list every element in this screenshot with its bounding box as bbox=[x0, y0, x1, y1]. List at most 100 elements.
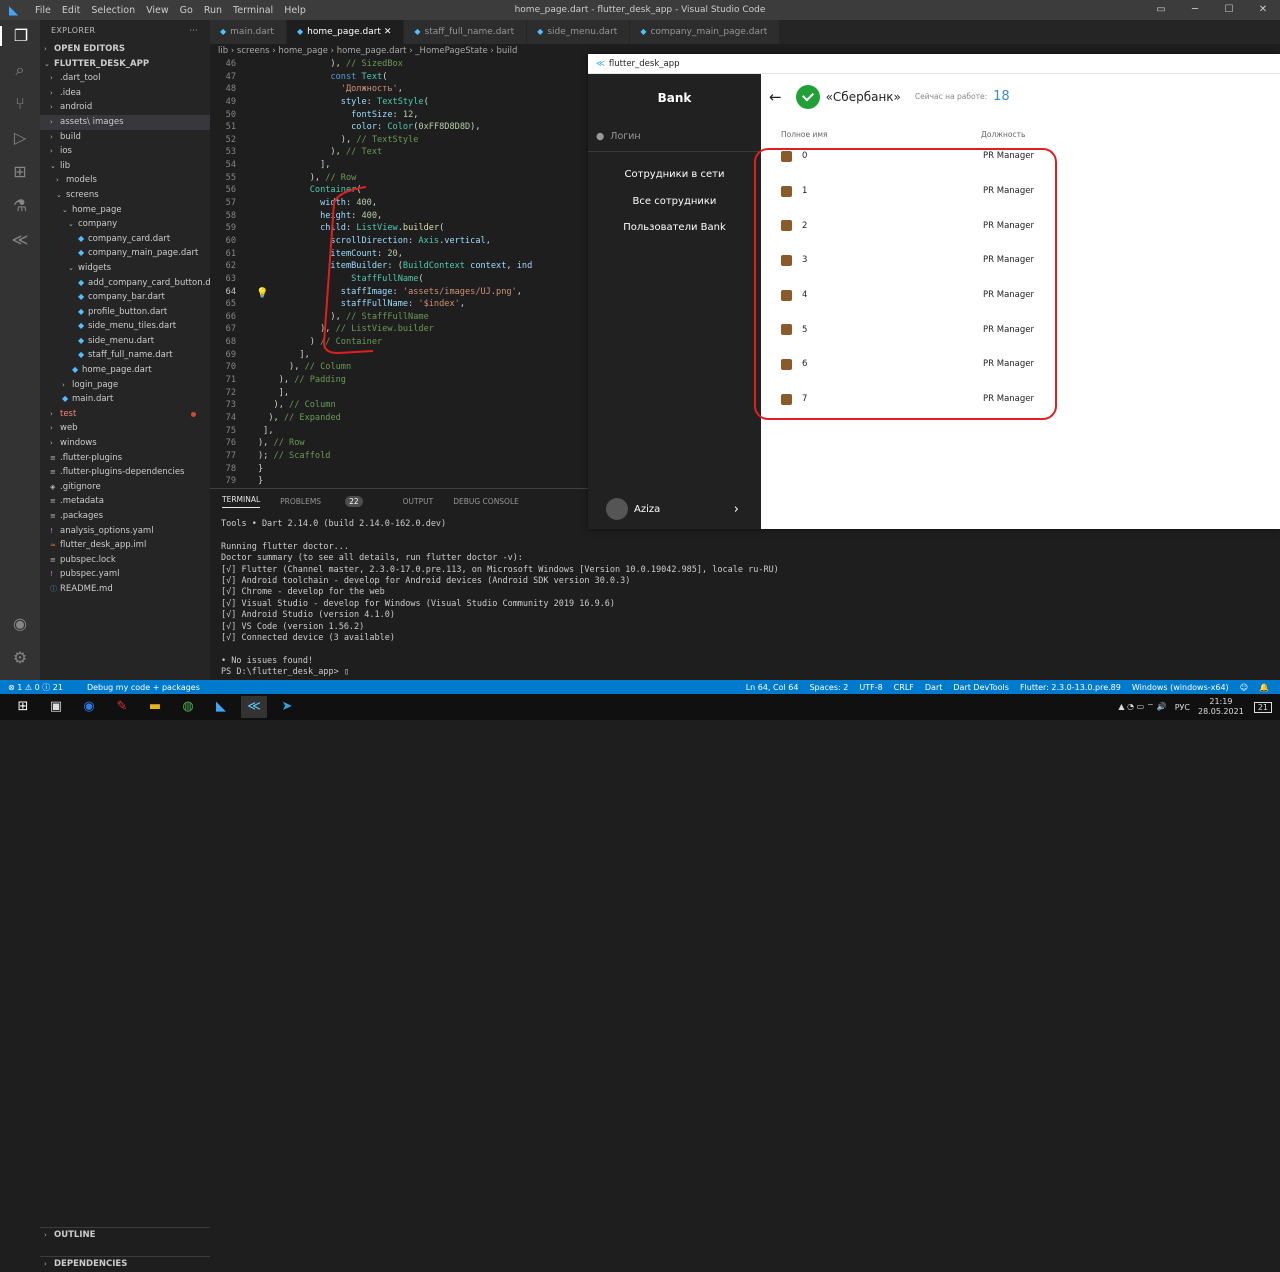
tab-debug-console[interactable]: DEBUG CONSOLE bbox=[453, 497, 519, 506]
cursor-position[interactable]: Ln 64, Col 64 bbox=[746, 683, 799, 692]
tree-item[interactable]: › .idea bbox=[40, 86, 210, 101]
project-root[interactable]: ⌄ FLUTTER_DESK_APP bbox=[40, 57, 210, 72]
back-arrow-icon[interactable]: ← bbox=[769, 88, 782, 106]
indentation[interactable]: Spaces: 2 bbox=[809, 683, 848, 692]
menu-all-staff[interactable]: Все сотрудники bbox=[588, 189, 761, 216]
code-editor[interactable]: 46 ), // SizedBox 47 const Text( 48 'Дол… bbox=[210, 58, 590, 488]
outline-section[interactable]: › OUTLINE bbox=[40, 1226, 210, 1242]
tree-item[interactable]: ≡ .packages bbox=[40, 509, 210, 524]
clock[interactable]: 21:19 28.05.2021 bbox=[1198, 697, 1244, 717]
dependencies-section[interactable]: › DEPENDENCIES bbox=[40, 1256, 210, 1271]
tree-item[interactable]: › login_page bbox=[40, 378, 210, 393]
tree-item[interactable]: ◆ side_menu_tiles.dart bbox=[40, 319, 210, 334]
menu-help[interactable]: Help bbox=[284, 5, 306, 16]
tree-item[interactable]: ⌄ widgets bbox=[40, 261, 210, 276]
task-view-icon[interactable]: ▣ bbox=[43, 696, 69, 718]
bell-icon[interactable]: 🔔 bbox=[1259, 683, 1269, 692]
tree-item[interactable]: ≈ flutter_desk_app.iml bbox=[40, 538, 210, 553]
tree-item[interactable]: › build bbox=[40, 130, 210, 145]
profile-button[interactable]: Aziza › bbox=[588, 496, 761, 522]
breadcrumb[interactable]: lib › screens › home_page › home_page.da… bbox=[210, 44, 590, 58]
account-icon[interactable]: ◉ bbox=[10, 614, 30, 634]
vscode-taskbar-icon[interactable]: ◣ bbox=[208, 696, 234, 718]
explorer-icon[interactable]: ❐ bbox=[0, 26, 40, 46]
tab-side-menu-dart[interactable]: ◆ side_menu.dart bbox=[527, 20, 631, 44]
tree-item[interactable]: ≡ .metadata bbox=[40, 494, 210, 509]
tree-item[interactable]: ◆ staff_full_name.dart bbox=[40, 348, 210, 363]
tab-company-main-page-dart[interactable]: ◆ company_main_page.dart bbox=[630, 20, 781, 44]
tab-problems[interactable]: PROBLEMS 22 bbox=[280, 495, 382, 507]
tree-item[interactable]: › ios bbox=[40, 144, 210, 159]
encoding[interactable]: UTF-8 bbox=[859, 683, 882, 692]
search-icon[interactable]: ⌕ bbox=[10, 60, 30, 80]
menu-online-staff[interactable]: Сотрудники в сети bbox=[588, 162, 761, 189]
tree-item[interactable]: › windows bbox=[40, 436, 210, 451]
tree-item[interactable]: ◆ main.dart bbox=[40, 392, 210, 407]
flutter-version[interactable]: Flutter: 2.3.0-13.0.pre.89 bbox=[1020, 683, 1121, 692]
tree-item[interactable]: › test bbox=[40, 407, 210, 422]
tree-item[interactable]: › web bbox=[40, 421, 210, 436]
tree-item[interactable]: › .dart_tool bbox=[40, 71, 210, 86]
menu-bank-users[interactable]: Пользователи Bank bbox=[588, 215, 761, 242]
testing-icon[interactable]: ⚗ bbox=[10, 196, 30, 216]
tab-terminal[interactable]: TERMINAL bbox=[222, 495, 261, 508]
minimize-icon[interactable]: ─ bbox=[1178, 0, 1212, 20]
menu-go[interactable]: Go bbox=[180, 5, 193, 16]
tab-output[interactable]: OUTPUT bbox=[403, 497, 434, 506]
menu-edit[interactable]: Edit bbox=[62, 5, 80, 16]
menu-view[interactable]: View bbox=[146, 5, 169, 16]
flutter-app-taskbar-icon[interactable]: ≪ bbox=[241, 696, 267, 718]
tree-item[interactable]: › models bbox=[40, 173, 210, 188]
language-indicator[interactable]: РУС bbox=[1175, 703, 1190, 712]
tree-item[interactable]: › android bbox=[40, 100, 210, 115]
more-actions-icon[interactable]: ··· bbox=[189, 20, 198, 42]
login-field[interactable]: ● Логин bbox=[588, 122, 761, 152]
tree-item[interactable]: ⌄ screens bbox=[40, 188, 210, 203]
problems-status[interactable]: ⊗ 1 ⚠ 0 ⓘ 21 bbox=[8, 682, 63, 693]
app-icon[interactable]: ✎ bbox=[109, 696, 135, 718]
menu-selection[interactable]: Selection bbox=[91, 5, 135, 16]
dart-devtools[interactable]: Dart DevTools bbox=[953, 683, 1009, 692]
tree-item[interactable]: ◈ .gitignore bbox=[40, 480, 210, 495]
tree-item[interactable]: ◆ side_menu.dart bbox=[40, 334, 210, 349]
open-editors-section[interactable]: › OPEN EDITORS bbox=[40, 42, 210, 57]
tree-item[interactable]: ! analysis_options.yaml bbox=[40, 524, 210, 539]
layout-icon[interactable]: ▭ bbox=[1144, 0, 1178, 20]
tree-item[interactable]: › assets\ images bbox=[40, 114, 210, 130]
windows-start-icon[interactable]: ⊞ bbox=[10, 696, 36, 718]
chrome-icon[interactable]: ◍ bbox=[175, 696, 201, 718]
flutter-icon[interactable]: ≪ bbox=[10, 230, 30, 250]
feedback-icon[interactable]: ☺ bbox=[1240, 683, 1248, 692]
line-endings[interactable]: CRLF bbox=[894, 683, 914, 692]
app-icon[interactable]: ◉ bbox=[76, 696, 102, 718]
tab-main-dart[interactable]: ◆ main.dart bbox=[210, 20, 287, 44]
run-debug-icon[interactable]: ▷ bbox=[10, 128, 30, 148]
debug-status[interactable]: Debug my code + packages bbox=[87, 683, 200, 692]
tree-item[interactable]: ⓘ README.md bbox=[40, 582, 210, 597]
close-icon[interactable]: ✕ bbox=[1246, 0, 1280, 20]
tab-home-page-dart[interactable]: ◆ home_page.dart ✕ bbox=[286, 20, 405, 44]
device-selector[interactable]: Windows (windows-x64) bbox=[1132, 683, 1229, 692]
tree-item[interactable]: ≡ pubspec.lock bbox=[40, 553, 210, 568]
tab-staff-full-name-dart[interactable]: ◆ staff_full_name.dart bbox=[404, 20, 528, 44]
tree-item[interactable]: ◆ company_card.dart bbox=[40, 232, 210, 247]
tree-item[interactable]: ◆ profile_button.dart bbox=[40, 305, 210, 320]
tray-icons[interactable]: ▲ ◔ ▭ ⌔ 🔊 bbox=[1118, 702, 1166, 712]
tree-item[interactable]: ⌄ home_page bbox=[40, 203, 210, 218]
source-control-icon[interactable]: ⑂ bbox=[10, 94, 30, 114]
telegram-icon[interactable]: ➤ bbox=[274, 696, 300, 718]
tree-item[interactable]: ◆ home_page.dart bbox=[40, 363, 210, 378]
tree-item[interactable]: ! pubspec.yaml bbox=[40, 567, 210, 582]
extensions-icon[interactable]: ⊞ bbox=[10, 162, 30, 182]
file-explorer-icon[interactable]: ▬ bbox=[142, 696, 168, 718]
close-tab-icon[interactable]: ✕ bbox=[384, 27, 392, 37]
terminal-output[interactable]: Tools • Dart 2.14.0 (build 2.14.0-162.0.… bbox=[210, 513, 1280, 678]
menu-run[interactable]: Run bbox=[204, 5, 222, 16]
tree-item[interactable]: ◆ add_company_card_button.dart bbox=[40, 276, 223, 291]
tree-item[interactable]: ◆ company_bar.dart bbox=[40, 290, 210, 305]
lightbulb-icon[interactable]: 💡 bbox=[256, 288, 268, 299]
tree-item[interactable]: ≡ .flutter-plugins-dependencies bbox=[40, 465, 210, 480]
tree-item[interactable]: ⌄ company bbox=[40, 217, 210, 232]
maximize-icon[interactable]: ☐ bbox=[1212, 0, 1246, 20]
menu-file[interactable]: File bbox=[35, 5, 51, 16]
